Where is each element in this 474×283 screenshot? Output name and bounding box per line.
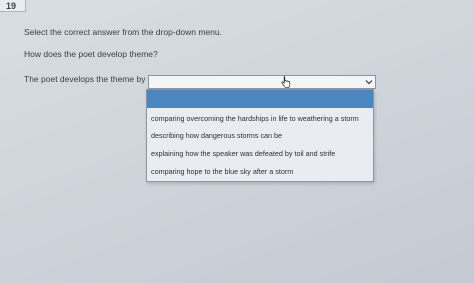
question-number: 19 <box>6 1 17 11</box>
question-number-badge: 19 <box>0 0 26 12</box>
dropdown-menu: comparing overcoming the hardships in li… <box>146 89 374 182</box>
dropdown-option[interactable]: describing how dangerous storms can be <box>151 131 282 140</box>
question-text: How does the poet develop theme? <box>24 49 158 59</box>
answer-stem-text: The poet develops the theme by <box>24 74 146 84</box>
dropdown-option[interactable]: explaining how the speaker was defeated … <box>151 149 335 158</box>
chevron-down-icon <box>365 80 373 85</box>
instruction-text: Select the correct answer from the drop-… <box>24 27 222 37</box>
hand-pointer-icon <box>281 76 291 89</box>
dropdown-option[interactable]: comparing overcoming the hardships in li… <box>151 114 359 123</box>
dropdown-option[interactable]: comparing hope to the blue sky after a s… <box>151 167 293 176</box>
dropdown-highlighted-row[interactable] <box>147 90 373 108</box>
answer-dropdown[interactable] <box>148 75 376 89</box>
